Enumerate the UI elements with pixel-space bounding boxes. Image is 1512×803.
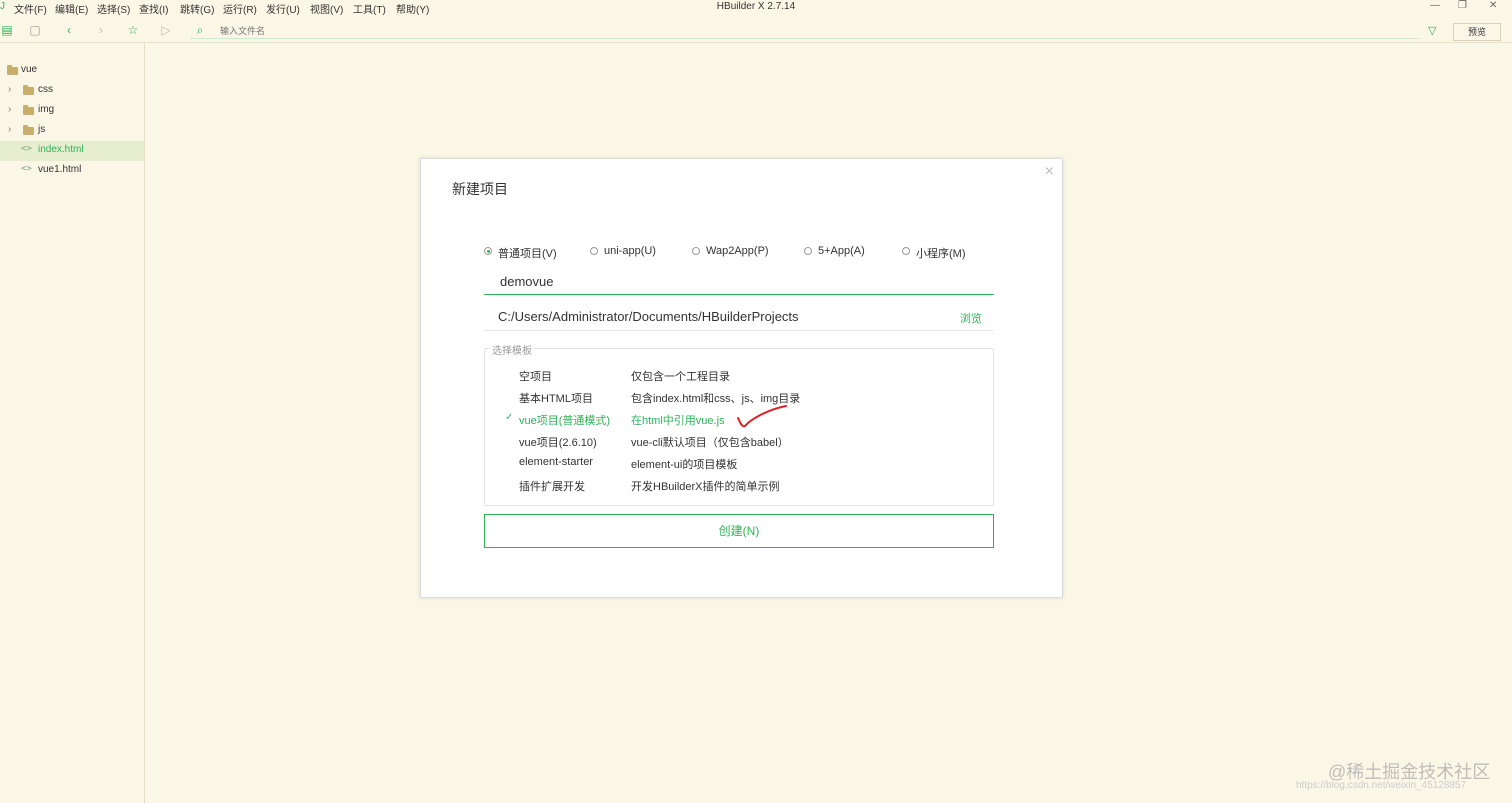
forward-icon[interactable]: › — [94, 23, 108, 37]
folder-icon — [7, 65, 18, 75]
chevron-right-icon[interactable]: › — [8, 124, 11, 135]
template-desc: 开发HBuilderX插件的简单示例 — [631, 481, 780, 493]
new-file-icon[interactable]: ▤ — [0, 23, 14, 37]
toolbar: ▤ ▢ ‹ › ☆ ▷ ⌕ — [0, 20, 1512, 43]
code-file-icon: <> — [21, 164, 32, 174]
radio-label: 小程序(M) — [916, 248, 966, 260]
close-window-button[interactable]: ✕ — [1489, 0, 1497, 11]
chevron-right-icon[interactable]: › — [8, 104, 11, 115]
restore-button[interactable]: ❐ — [1458, 0, 1467, 11]
code-file-icon: <> — [21, 144, 32, 154]
preview-button[interactable]: 预览 — [1453, 23, 1501, 41]
template-empty[interactable]: 空项目 仅包含一个工程目录 — [485, 365, 993, 385]
template-name: vue项目(普通模式) — [519, 415, 611, 427]
chevron-right-icon[interactable]: › — [8, 84, 11, 95]
tree-label: vue — [21, 64, 38, 75]
save-icon[interactable]: ▢ — [28, 23, 42, 37]
project-path-field[interactable]: C:/Users/Administrator/Documents/HBuilde… — [484, 305, 994, 331]
template-desc: element-ui的项目模板 — [631, 459, 738, 471]
radio-label: 5+App(A) — [818, 245, 865, 257]
tree-item-css[interactable]: › css — [0, 81, 144, 101]
tree-label: css — [38, 84, 53, 95]
tree-item-js[interactable]: › js — [0, 121, 144, 141]
folder-icon — [23, 85, 34, 95]
back-icon[interactable]: ‹ — [62, 23, 76, 37]
template-name: 空项目 — [519, 371, 552, 383]
tree-root-vue[interactable]: vue — [0, 61, 144, 81]
template-desc: vue-cli默认项目（仅包含babel） — [631, 437, 789, 449]
file-search-input[interactable] — [190, 23, 1420, 39]
template-name: 基本HTML项目 — [519, 393, 593, 405]
radio-label: Wap2App(P) — [706, 245, 769, 257]
tree-label: index.html — [38, 144, 84, 155]
dialog-title: 新建项目 — [452, 181, 508, 197]
template-desc: 仅包含一个工程目录 — [631, 371, 730, 383]
tree-label: vue1.html — [38, 164, 82, 175]
template-plugin-dev[interactable]: 插件扩展开发 开发HBuilderX插件的简单示例 — [485, 475, 993, 495]
radio-label: 普通项目(V) — [498, 248, 557, 260]
folder-icon — [23, 125, 34, 135]
checkmark-icon: ✓ — [505, 412, 514, 423]
template-legend: 选择模板 — [490, 342, 534, 357]
radio-icon[interactable] — [804, 247, 812, 255]
window-title: HBuilder X 2.7.14 — [716, 1, 796, 12]
browse-button[interactable]: 浏览 — [960, 310, 982, 326]
annotation-checkmark-icon — [737, 405, 787, 428]
radio-checked-icon[interactable] — [484, 247, 492, 255]
template-desc: 在html中引用vue.js — [631, 415, 725, 427]
radio-icon[interactable] — [692, 247, 700, 255]
minimize-button[interactable]: — — [1430, 0, 1440, 11]
radio-icon[interactable] — [902, 247, 910, 255]
filter-icon[interactable]: ▽ — [1428, 24, 1436, 37]
radio-icon[interactable] — [590, 247, 598, 255]
tree-item-img[interactable]: › img — [0, 101, 144, 121]
project-explorer: vue › css › img › js <> index.html <> vu… — [0, 43, 145, 803]
menu-bar: J 文件(F) 编辑(E) 选择(S) 查找(I) 跳转(G) 运行(R) 发行… — [0, 0, 1512, 18]
tree-item-index-html[interactable]: <> index.html — [0, 141, 144, 161]
tree-label: js — [38, 124, 46, 135]
tree-item-vue1-html[interactable]: <> vue1.html — [0, 161, 144, 181]
project-name-input[interactable] — [484, 269, 994, 295]
template-element-starter[interactable]: element-starter element-ui的项目模板 — [485, 453, 993, 473]
new-project-dialog: 新建项目 × 普通项目(V) uni-app(U) Wap2App(P) 5+A… — [420, 158, 1063, 598]
template-name: vue项目(2.6.10) — [519, 437, 597, 449]
favorite-star-icon[interactable]: ☆ — [126, 23, 140, 37]
template-vue-cli[interactable]: vue项目(2.6.10) vue-cli默认项目（仅包含babel） — [485, 431, 993, 451]
template-name: 插件扩展开发 — [519, 481, 585, 493]
radio-label: uni-app(U) — [604, 245, 656, 257]
close-icon[interactable]: × — [1045, 163, 1054, 181]
watermark-url: https://blog.csdn.net/weixin_45128857 — [1296, 780, 1467, 791]
run-icon[interactable]: ▷ — [159, 23, 173, 37]
project-path-text: C:/Users/Administrator/Documents/HBuilde… — [498, 309, 799, 324]
create-button[interactable]: 创建(N) — [484, 514, 994, 548]
tree-label: img — [38, 104, 55, 115]
template-name: element-starter — [519, 456, 593, 468]
folder-icon — [23, 105, 34, 115]
